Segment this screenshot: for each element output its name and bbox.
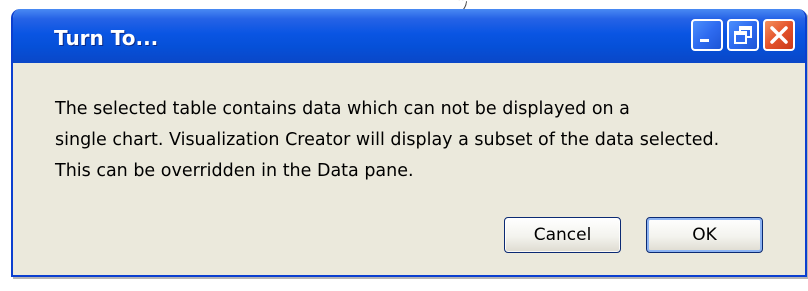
close-icon: [770, 26, 788, 44]
close-button[interactable]: [763, 19, 795, 51]
message-line-3: This can be overridden in the Data pane.: [55, 161, 414, 181]
title-bar[interactable]: Turn To...: [13, 9, 805, 63]
ok-button[interactable]: OK: [646, 217, 763, 253]
restore-button[interactable]: [727, 19, 759, 51]
minimize-icon: [700, 39, 709, 42]
turn-to-dialog: Turn To... The selected table contains d…: [11, 9, 807, 277]
dialog-title: Turn To...: [54, 26, 159, 50]
message-line-2: single chart. Visualization Creator will…: [55, 130, 720, 150]
dialog-message: The selected table contains data which c…: [55, 94, 719, 187]
cancel-button[interactable]: Cancel: [504, 217, 621, 253]
minimize-button[interactable]: [691, 19, 723, 51]
restore-icon: [734, 26, 752, 44]
message-line-1: The selected table contains data which c…: [55, 99, 630, 119]
